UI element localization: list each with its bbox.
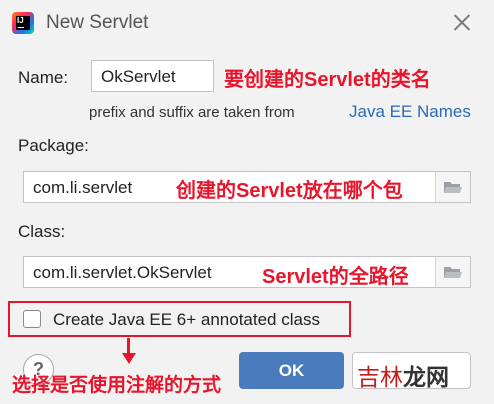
package-label: Package: [18,136,89,155]
class-annotation: Servlet的全路径 [262,266,409,288]
watermark: 吉林龙网 [357,358,449,392]
name-input[interactable]: OkServlet [91,60,214,92]
annotated-class-label[interactable]: Create Java EE 6+ annotated class [53,310,320,330]
class-browse-button[interactable] [435,257,470,287]
package-browse-button[interactable] [435,172,470,202]
name-annotation: 要创建的Servlet的类名 [224,69,431,91]
dialog-title: New Servlet [46,12,149,33]
annotation-arrow-head [122,353,136,364]
watermark-red: 吉林 [357,364,403,390]
class-label: Class: [18,222,66,241]
java-ee-names-link[interactable]: Java EE Names [349,102,471,122]
intellij-app-icon: IJ [12,12,34,34]
title-bar: IJ New Servlet [0,0,494,46]
class-input-value: com.li.servlet.OkServlet [33,263,212,282]
name-input-value: OkServlet [101,67,176,86]
watermark-dark: 龙网 [403,364,449,390]
close-icon[interactable] [452,12,472,32]
package-input-value: com.li.servlet [33,178,133,197]
ok-button[interactable]: OK [239,352,344,389]
folder-icon [444,267,462,278]
name-hint: prefix and suffix are taken from [89,104,295,121]
package-annotation: 创建的Servlet放在哪个包 [176,180,403,202]
name-label: Name: [18,68,69,87]
annotated-class-checkbox[interactable] [23,310,41,328]
checkbox-annotation: 选择是否使用注解的方式 [12,375,222,396]
folder-icon [444,182,462,193]
new-servlet-dialog: IJ New Servlet Name: OkServlet 要创建的Servl… [0,0,494,404]
